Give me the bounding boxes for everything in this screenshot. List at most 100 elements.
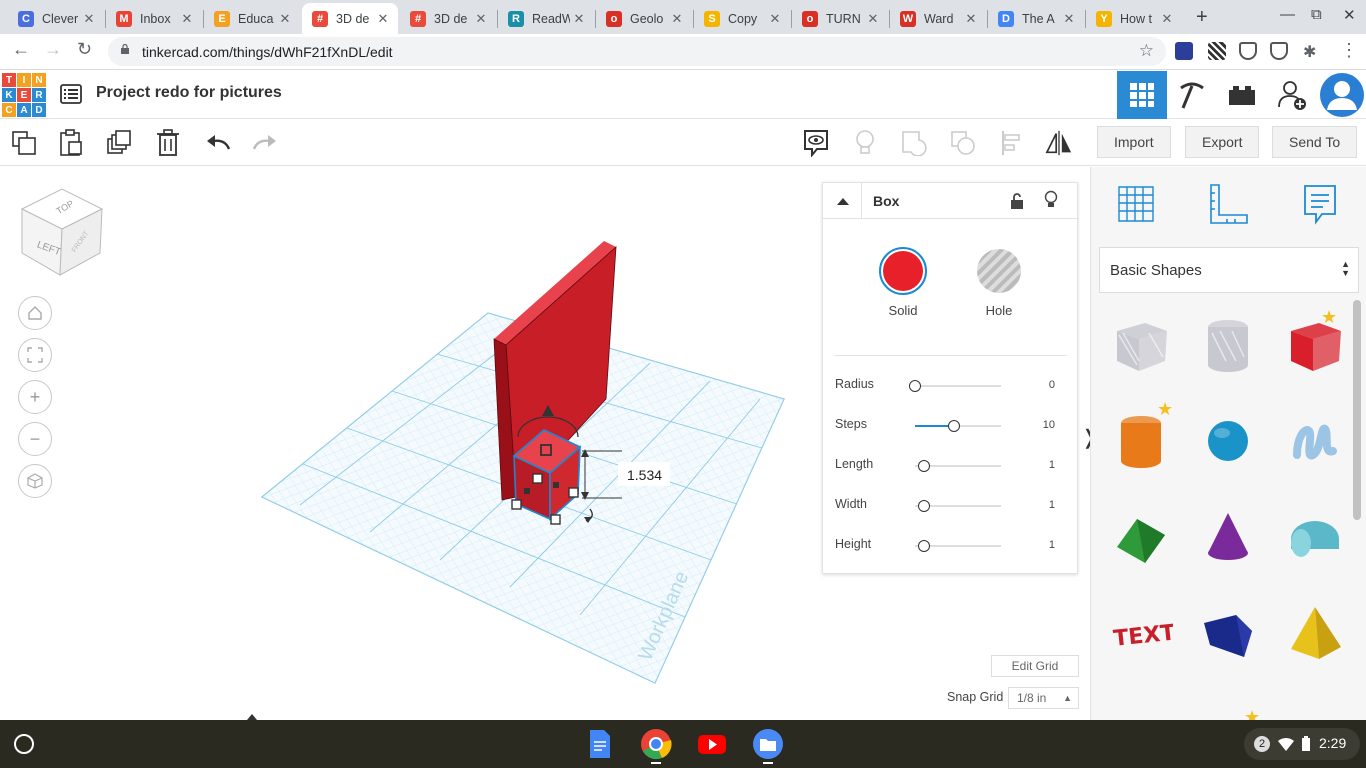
ungroup-button[interactable] (949, 129, 977, 157)
shape-polygon[interactable] (1196, 601, 1260, 665)
tab-close-icon[interactable]: ✕ (472, 11, 490, 27)
dimension-value[interactable]: 1.534 (627, 467, 662, 483)
solid-color-button[interactable] (879, 247, 927, 295)
undo-button[interactable] (204, 129, 232, 157)
shape-roof[interactable] (1109, 505, 1173, 569)
browser-tab[interactable]: #3D de ✕ (302, 3, 398, 34)
tab-close-icon[interactable]: ✕ (80, 11, 98, 27)
delete-button[interactable] (154, 129, 182, 157)
close-window-button[interactable]: ✕ (1343, 6, 1356, 24)
align-button[interactable] (998, 129, 1026, 157)
user-avatar-button[interactable] (1317, 71, 1366, 119)
browser-tab[interactable]: #3D de ✕ (400, 3, 496, 34)
workplane-tab[interactable] (1113, 181, 1159, 227)
browser-tab[interactable]: D The A ✕ (988, 3, 1084, 34)
property-slider-knob[interactable] (917, 460, 930, 472)
tinkercad-logo[interactable]: TIN KER CAD (2, 73, 46, 117)
shape-pyramid[interactable] (1283, 601, 1347, 665)
extension-c-icon[interactable] (1175, 42, 1193, 60)
corner-handle[interactable] (568, 487, 579, 498)
property-slider-knob[interactable] (947, 420, 960, 432)
group-button[interactable] (900, 129, 928, 157)
redo-button[interactable] (251, 129, 279, 157)
browser-tab[interactable]: Y How t ✕ (1086, 3, 1182, 34)
browser-tab[interactable]: S Copy ✕ (694, 3, 790, 34)
browser-tab[interactable]: C Clever ✕ (8, 3, 104, 34)
property-value[interactable]: 0 (1049, 379, 1055, 391)
perspective-button[interactable] (18, 464, 52, 498)
browser-tab[interactable]: W Ward ✕ (890, 3, 986, 34)
hole-button[interactable] (977, 249, 1021, 293)
shape-cone[interactable] (1196, 505, 1260, 569)
address-bar[interactable]: tinkercad.com/things/dWhF21fXnDL/edit ☆ (108, 37, 1166, 66)
browser-tab[interactable]: E Educa ✕ (204, 3, 300, 34)
property-value[interactable]: 1 (1049, 459, 1055, 471)
tab-close-icon[interactable]: ✕ (276, 11, 294, 27)
copy-button[interactable] (10, 129, 38, 157)
property-value[interactable]: 1 (1049, 539, 1055, 551)
property-value[interactable]: 10 (1043, 419, 1055, 431)
fit-view-button[interactable] (18, 338, 52, 372)
home-view-button[interactable] (18, 296, 52, 330)
shield-extension-icon[interactable] (1239, 42, 1257, 60)
tab-close-icon[interactable]: ✕ (178, 11, 196, 27)
back-button[interactable]: ← (12, 39, 30, 60)
shape-box-hole[interactable] (1109, 313, 1173, 377)
shield-check-extension-icon[interactable] (1270, 42, 1288, 60)
bookmark-star-icon[interactable]: ☆ (1139, 41, 1154, 61)
ruler-tab[interactable] (1205, 181, 1251, 227)
edit-grid-button[interactable]: Edit Grid (991, 655, 1079, 677)
shape-sphere[interactable] (1196, 409, 1260, 473)
tab-close-icon[interactable]: ✕ (962, 11, 980, 27)
restore-button[interactable]: ⧉ (1311, 6, 1322, 23)
shape-text[interactable]: TEXT (1109, 601, 1176, 665)
youtube-app-icon[interactable] (696, 728, 728, 760)
status-tray[interactable]: 2 2:29 (1244, 728, 1360, 760)
minimize-button[interactable]: — (1280, 6, 1295, 23)
docs-app-icon[interactable] (584, 728, 616, 760)
send-to-button[interactable]: Send To (1272, 126, 1358, 158)
view-cube[interactable]: TOP LEFT FRONT (18, 187, 104, 277)
project-title[interactable]: Project redo for pictures (96, 84, 282, 102)
collapse-inspector-icon[interactable] (835, 195, 851, 207)
paste-button[interactable] (57, 129, 85, 157)
corner-handle[interactable] (532, 473, 543, 484)
new-tab-button[interactable]: + (1196, 6, 1208, 29)
design-menu-icon[interactable] (60, 84, 82, 104)
tab-close-icon[interactable]: ✕ (668, 11, 686, 27)
property-value[interactable]: 1 (1049, 499, 1055, 511)
import-button[interactable]: Import (1097, 126, 1171, 158)
chrome-menu-icon[interactable]: ⋮ (1340, 40, 1358, 60)
shapes-scrollbar[interactable] (1353, 300, 1361, 520)
duplicate-button[interactable] (106, 129, 134, 157)
forward-button[interactable]: → (44, 39, 62, 60)
snap-grid-select[interactable]: 1/8 in ▲ (1008, 687, 1079, 709)
shape-category-select[interactable]: Basic Shapes ▲ ▼ (1099, 247, 1359, 293)
minecraft-view-button[interactable] (1167, 71, 1217, 119)
corner-handle[interactable] (511, 499, 522, 510)
lego-bricks-view-button[interactable] (1217, 71, 1267, 119)
files-app-icon[interactable] (752, 728, 784, 764)
qr-extension-icon[interactable] (1208, 42, 1226, 60)
3d-design-view-button[interactable] (1117, 71, 1167, 119)
browser-tab[interactable]: M Inbox ✕ (106, 3, 202, 34)
zoom-out-button[interactable]: − (18, 422, 52, 456)
property-slider-track[interactable] (915, 385, 1001, 387)
tab-close-icon[interactable]: ✕ (1060, 11, 1078, 27)
shape-box[interactable] (1283, 313, 1347, 377)
export-button[interactable]: Export (1185, 126, 1260, 158)
property-slider-knob[interactable] (909, 380, 921, 392)
launcher-button[interactable] (14, 734, 34, 754)
tab-close-icon[interactable]: ✕ (374, 11, 392, 27)
tab-close-icon[interactable]: ✕ (570, 11, 588, 27)
chrome-app-icon[interactable] (640, 728, 672, 764)
lightbulb-icon[interactable] (1044, 190, 1058, 210)
notes-view-button[interactable] (802, 129, 830, 157)
mirror-button[interactable] (1045, 129, 1073, 157)
invite-user-button[interactable] (1267, 71, 1317, 119)
property-slider-knob[interactable] (917, 500, 930, 512)
tab-close-icon[interactable]: ✕ (1158, 11, 1176, 27)
show-all-button[interactable] (851, 129, 879, 157)
tab-close-icon[interactable]: ✕ (766, 11, 784, 27)
corner-handle[interactable] (550, 514, 561, 525)
